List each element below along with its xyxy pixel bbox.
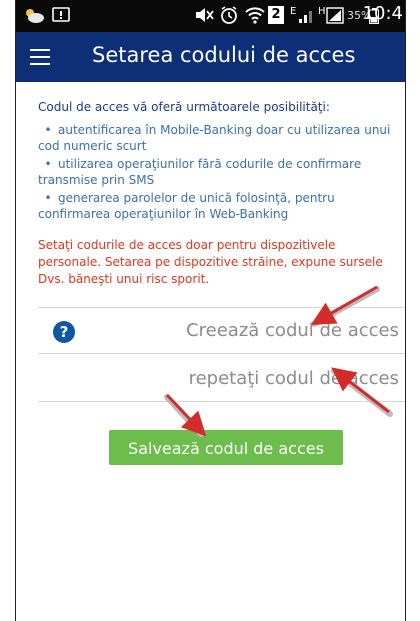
notification-icon [52, 6, 70, 30]
signal-icon-2 [326, 5, 344, 29]
question-mark-icon[interactable]: ? [53, 321, 75, 343]
save-code-button[interactable]: Salvează codul de acces [109, 430, 343, 465]
wifi-icon [244, 5, 266, 31]
intro-text: Codul de acces vă oferă următoarele posi… [38, 100, 330, 114]
alarm-icon [219, 5, 239, 31]
sim-2-icon: 2 [268, 6, 284, 24]
repeat-code-input[interactable] [99, 368, 399, 389]
warning-text: Setaţi codurile de acces doar pentru dis… [38, 238, 383, 286]
list-item: • utilizarea operaţiunilor fără codurile … [38, 157, 362, 187]
network-h-label: H [318, 6, 326, 17]
mute-icon [194, 6, 214, 30]
divider [38, 401, 405, 402]
weather-icon [22, 5, 46, 31]
network-e-label: E [290, 6, 297, 17]
arrow-to-create-field [310, 285, 380, 327]
page-title: Setarea codului de acces [92, 43, 356, 67]
app-bar: Setarea codului de acces [16, 32, 405, 82]
divider [38, 307, 405, 308]
list-item: • autentificarea în Mobile-Banking doar c… [38, 123, 391, 153]
status-bar: 2 E H 35% 10:4 [16, 0, 405, 32]
clock: 10:4 [362, 3, 403, 24]
signal-icon [298, 5, 316, 29]
benefits-list: • autentificarea în Mobile-Banking doar c… [38, 122, 398, 224]
hamburger-icon[interactable] [30, 46, 52, 68]
divider [38, 353, 405, 354]
create-code-input[interactable] [99, 320, 399, 341]
list-item: • generarea parolelor de unică folosinţă,… [38, 191, 335, 221]
annotation-arrows [164, 285, 393, 437]
phone-screen: 2 E H 35% 10:4 Setarea codului de acces … [15, 0, 406, 621]
